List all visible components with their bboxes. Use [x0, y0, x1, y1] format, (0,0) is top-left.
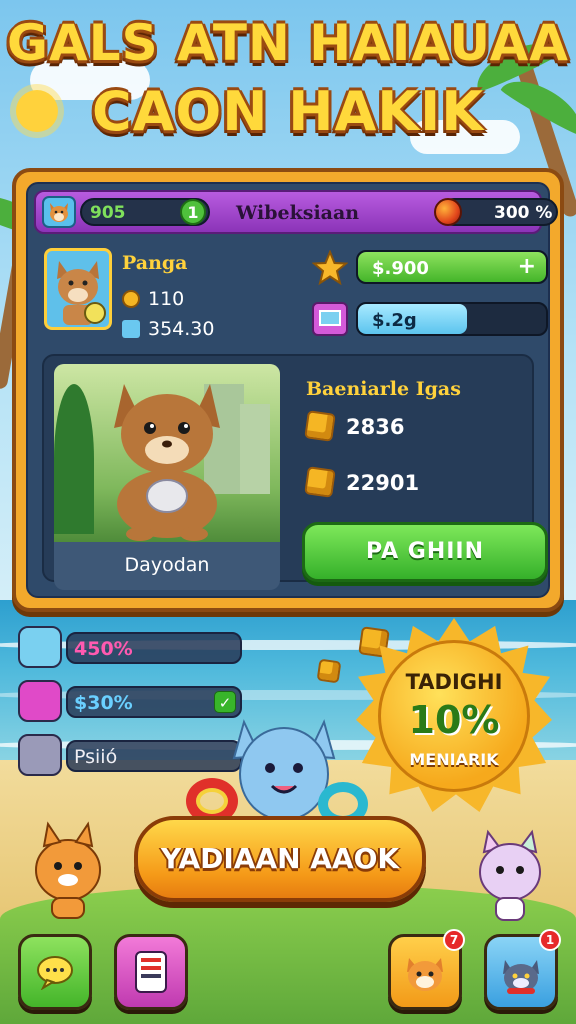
resource-row: 22901 — [304, 466, 420, 498]
fox-icon — [407, 958, 443, 991]
check-icon: ✓ — [214, 691, 236, 713]
side-stat-value: Psiió — [74, 746, 118, 768]
energy-value: $.2g — [372, 310, 417, 331]
orange-cat-character-icon — [35, 821, 101, 919]
resource-row: 2836 — [304, 410, 405, 442]
player-portrait[interactable] — [44, 248, 112, 330]
bonus-badge-label: TADIGHI — [405, 670, 503, 694]
pet-name: Dayodan — [124, 554, 210, 576]
pet-artwork — [54, 364, 280, 542]
top-status-bar: 905 1 Wibeksiaan 300 % — [34, 190, 558, 234]
player-title: Wibeksiaan — [236, 202, 360, 224]
creature-icon — [18, 734, 62, 776]
player-stat-xp: 354.30 — [122, 318, 214, 340]
profile-avatar[interactable] — [42, 196, 76, 228]
pet-fox-button[interactable]: 7 — [388, 929, 465, 1010]
pastel-cat-character-icon — [479, 829, 541, 921]
main-panel: 905 1 Wibeksiaan 300 % Panga 110 354.30 — [12, 168, 564, 612]
side-stat-bar: 450% — [66, 632, 242, 664]
resources-title: Baeniarle Igas — [306, 378, 461, 400]
fox-icon — [50, 203, 68, 222]
pet-cat-button[interactable]: 1 — [484, 929, 561, 1010]
notification-badge: 1 — [539, 929, 561, 951]
side-stat-value: $30% — [74, 692, 133, 714]
star-icon — [312, 250, 348, 286]
bonus-badge-subtitle: MENIARIK — [409, 750, 499, 769]
money-value: $.900 — [372, 258, 429, 279]
player-stat-xp-value: 354.30 — [148, 318, 215, 340]
cat-icon — [503, 960, 539, 994]
chat-button[interactable] — [18, 934, 92, 1010]
coin-value: 905 — [90, 203, 126, 223]
pet-card[interactable]: Dayodan — [54, 364, 280, 590]
fox-icon — [18, 626, 62, 668]
gallery-icon[interactable] — [312, 302, 348, 336]
add-money-button[interactable]: + — [518, 254, 536, 279]
chat-bubble-icon — [37, 956, 73, 990]
player-stat-level-value: 110 — [148, 288, 185, 310]
game-title-line1: GALS ATN HAIAUAA — [7, 14, 569, 72]
ticket-icon — [18, 680, 62, 722]
percent-value: 300 % — [494, 203, 553, 223]
shop-button[interactable] — [114, 934, 188, 1010]
cat-pet-icon — [114, 384, 220, 541]
player-stat-level: 110 — [122, 288, 184, 310]
resource-value: 2836 — [346, 415, 405, 439]
bonus-badge-percent: 10% — [408, 698, 500, 742]
lightning-icon — [122, 320, 140, 338]
resource-value: 22901 — [346, 471, 420, 495]
coin-icon — [122, 290, 140, 308]
money-bar: $.900 + — [356, 250, 548, 284]
side-stat-value: 450% — [74, 638, 133, 660]
gold-cube-icon — [304, 466, 336, 498]
game-title-line2: CAON HAKIK — [91, 80, 485, 143]
add-coins-button[interactable]: 1 — [180, 199, 206, 225]
fire-orb-icon — [434, 198, 462, 226]
pet-section: Dayodan Baeniarle Igas 2836 22901 PA GHI… — [42, 354, 548, 590]
dog-character-icon — [57, 261, 106, 325]
play-button[interactable]: PA GHIIN — [302, 522, 548, 582]
main-panel-inner: 905 1 Wibeksiaan 300 % Panga 110 354.30 — [26, 182, 558, 598]
bonus-badge[interactable]: TADIGHI 10% MENIARIK — [356, 618, 552, 814]
notification-badge: 7 — [443, 929, 465, 951]
main-action-button[interactable]: YADIAAN AAOK — [134, 816, 426, 902]
gold-cube-icon — [316, 658, 342, 684]
shop-kiosk-icon — [135, 951, 167, 993]
energy-bar: $.2g — [356, 302, 548, 336]
player-name: Panga — [122, 252, 188, 274]
gold-cube-icon — [304, 410, 336, 442]
